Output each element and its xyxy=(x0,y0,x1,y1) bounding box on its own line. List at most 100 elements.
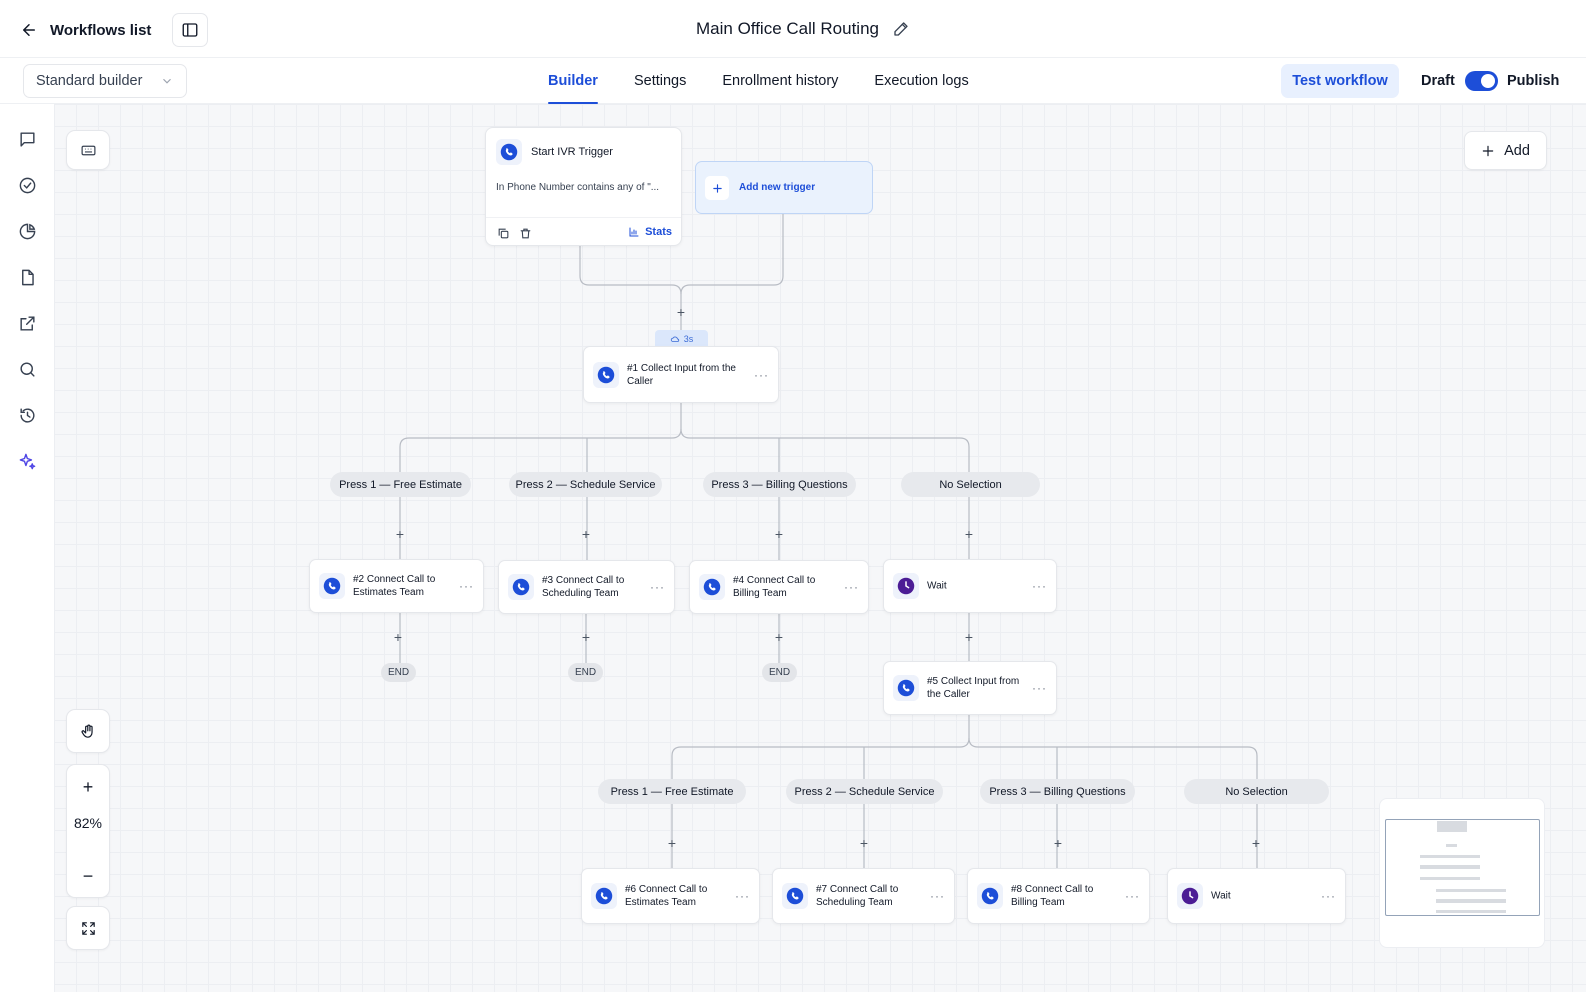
builder-mode-value: Standard builder xyxy=(36,73,143,89)
add-step-button[interactable]: + xyxy=(391,630,405,644)
builder-mode-select[interactable]: Standard builder xyxy=(23,64,187,98)
more-options-icon[interactable]: ··· xyxy=(735,889,750,903)
end-marker: END xyxy=(762,663,797,682)
more-options-icon[interactable]: ··· xyxy=(1032,579,1047,593)
trigger-condition: In Phone Number contains any of "... xyxy=(496,182,660,193)
check-circle-icon[interactable] xyxy=(16,174,38,196)
branch-pill[interactable]: No Selection xyxy=(1184,779,1329,804)
more-options-icon[interactable]: ··· xyxy=(459,579,474,593)
add-step-button[interactable]: + xyxy=(393,527,407,541)
branch-pill[interactable]: No Selection xyxy=(901,472,1040,497)
add-new-trigger-label: Add new trigger xyxy=(739,182,816,193)
more-options-icon[interactable]: ··· xyxy=(1125,889,1140,903)
pan-mode-button[interactable] xyxy=(66,709,110,753)
add-step-button[interactable]: + xyxy=(962,630,976,644)
fit-view-button[interactable] xyxy=(66,906,110,950)
arrow-left-icon xyxy=(23,24,35,36)
tab-settings[interactable]: Settings xyxy=(622,58,698,104)
chevron-down-icon xyxy=(163,78,171,84)
left-rail xyxy=(0,104,54,992)
zoom-controls: + 82% − xyxy=(66,764,110,898)
branch-pill[interactable]: Press 3 — Billing Questions xyxy=(980,779,1135,804)
add-step-button[interactable]: + xyxy=(857,836,871,850)
more-options-icon[interactable]: ··· xyxy=(1321,889,1336,903)
search-icon[interactable] xyxy=(16,358,38,380)
trigger-footer: Stats xyxy=(486,217,681,246)
more-options-icon[interactable]: ··· xyxy=(930,889,945,903)
zoom-out-button[interactable]: − xyxy=(67,856,109,896)
add-element-button[interactable]: Add xyxy=(1464,131,1547,170)
chat-icon[interactable] xyxy=(16,128,38,150)
wait-node[interactable]: Wait ··· xyxy=(1167,868,1346,924)
trigger-header: Start IVR Trigger xyxy=(496,139,613,165)
stats-link[interactable]: Stats xyxy=(628,226,672,238)
external-link-icon[interactable] xyxy=(16,312,38,334)
branch-pill[interactable]: Press 2 — Schedule Service xyxy=(509,472,662,497)
connect-call-node[interactable]: #8 Connect Call to Billing Team ··· xyxy=(967,868,1150,924)
branch-pill[interactable]: Press 1 — Free Estimate xyxy=(598,779,746,804)
phone-icon xyxy=(782,883,808,909)
branch-pill[interactable]: Press 3 — Billing Questions xyxy=(703,472,856,497)
connect-call-node[interactable]: #6 Connect Call to Estimates Team ··· xyxy=(581,868,760,924)
minimap-viewport[interactable] xyxy=(1385,819,1540,916)
trigger-title: Start IVR Trigger xyxy=(531,146,613,158)
node-label: #4 Connect Call to Billing Team xyxy=(733,575,816,599)
clock-icon xyxy=(893,573,919,599)
end-marker: END xyxy=(568,663,603,682)
node-label: #8 Connect Call to Billing Team xyxy=(1011,884,1094,908)
collect-input-node-1[interactable]: #1 Collect Input from the Caller ··· xyxy=(583,346,779,403)
test-workflow-button[interactable]: Test workflow xyxy=(1281,64,1399,98)
branch-pill[interactable]: Press 2 — Schedule Service xyxy=(786,779,943,804)
branch-pill[interactable]: Press 1 — Free Estimate xyxy=(330,472,471,497)
workflows-list-back-link[interactable]: Workflows list xyxy=(20,17,151,43)
keyboard-shortcuts-button[interactable] xyxy=(66,130,110,170)
add-step-button[interactable]: + xyxy=(665,836,679,850)
copy-icon[interactable] xyxy=(497,227,510,240)
sidebar-toggle-button[interactable] xyxy=(172,13,208,47)
builder-tabs: Builder Settings Enrollment history Exec… xyxy=(536,58,981,104)
stats-label: Stats xyxy=(645,226,672,238)
add-step-button[interactable]: + xyxy=(962,527,976,541)
tab-enrollment-history[interactable]: Enrollment history xyxy=(710,58,850,104)
tab-execution-logs[interactable]: Execution logs xyxy=(862,58,980,104)
more-options-icon[interactable]: ··· xyxy=(844,580,859,594)
add-step-button[interactable]: + xyxy=(772,630,786,644)
connector-lines xyxy=(399,214,1258,868)
node-label: #7 Connect Call to Scheduling Team xyxy=(816,884,899,908)
plus-icon xyxy=(1482,145,1494,156)
pencil-icon[interactable] xyxy=(893,21,909,37)
connect-call-node[interactable]: #7 Connect Call to Scheduling Team ··· xyxy=(772,868,955,924)
connect-call-node[interactable]: #3 Connect Call to Scheduling Team ··· xyxy=(498,560,675,614)
tab-builder[interactable]: Builder xyxy=(536,58,610,104)
more-options-icon[interactable]: ··· xyxy=(1032,681,1047,695)
document-icon[interactable] xyxy=(16,266,38,288)
add-new-trigger-button[interactable]: Add new trigger xyxy=(695,161,873,214)
add-step-button[interactable]: + xyxy=(1051,836,1065,850)
add-step-button[interactable]: + xyxy=(772,527,786,541)
wait-node[interactable]: Wait ··· xyxy=(883,559,1057,613)
bar-chart-icon xyxy=(629,227,639,237)
ivr-trigger-card[interactable]: Start IVR Trigger In Phone Number contai… xyxy=(485,127,682,246)
minimap[interactable] xyxy=(1379,798,1545,948)
add-step-button[interactable]: + xyxy=(1249,836,1263,850)
more-options-icon[interactable]: ··· xyxy=(650,580,665,594)
phone-icon xyxy=(593,361,619,388)
connect-call-node[interactable]: #2 Connect Call to Estimates Team ··· xyxy=(309,559,484,613)
node-label: #3 Connect Call to Scheduling Team xyxy=(542,575,625,599)
phone-icon xyxy=(893,675,919,701)
publish-toggle[interactable] xyxy=(1465,71,1498,91)
add-step-button[interactable]: + xyxy=(579,630,593,644)
history-icon[interactable] xyxy=(16,404,38,426)
workflow-canvas[interactable]: Add Start IVR Trigger In Phone Number co… xyxy=(54,104,1586,992)
add-step-button[interactable]: + xyxy=(674,305,688,319)
zoom-in-button[interactable]: + xyxy=(67,767,109,807)
more-options-icon[interactable]: ··· xyxy=(754,368,769,382)
sparkles-icon[interactable] xyxy=(16,450,38,472)
pie-chart-icon[interactable] xyxy=(16,220,38,242)
collect-input-node-5[interactable]: #5 Collect Input from the Caller ··· xyxy=(883,661,1057,715)
trash-icon[interactable] xyxy=(519,227,532,240)
add-step-button[interactable]: + xyxy=(579,527,593,541)
node-label: #5 Collect Input from the Caller xyxy=(927,676,1020,700)
connect-call-node[interactable]: #4 Connect Call to Billing Team ··· xyxy=(689,560,869,614)
end-marker: END xyxy=(381,663,416,682)
